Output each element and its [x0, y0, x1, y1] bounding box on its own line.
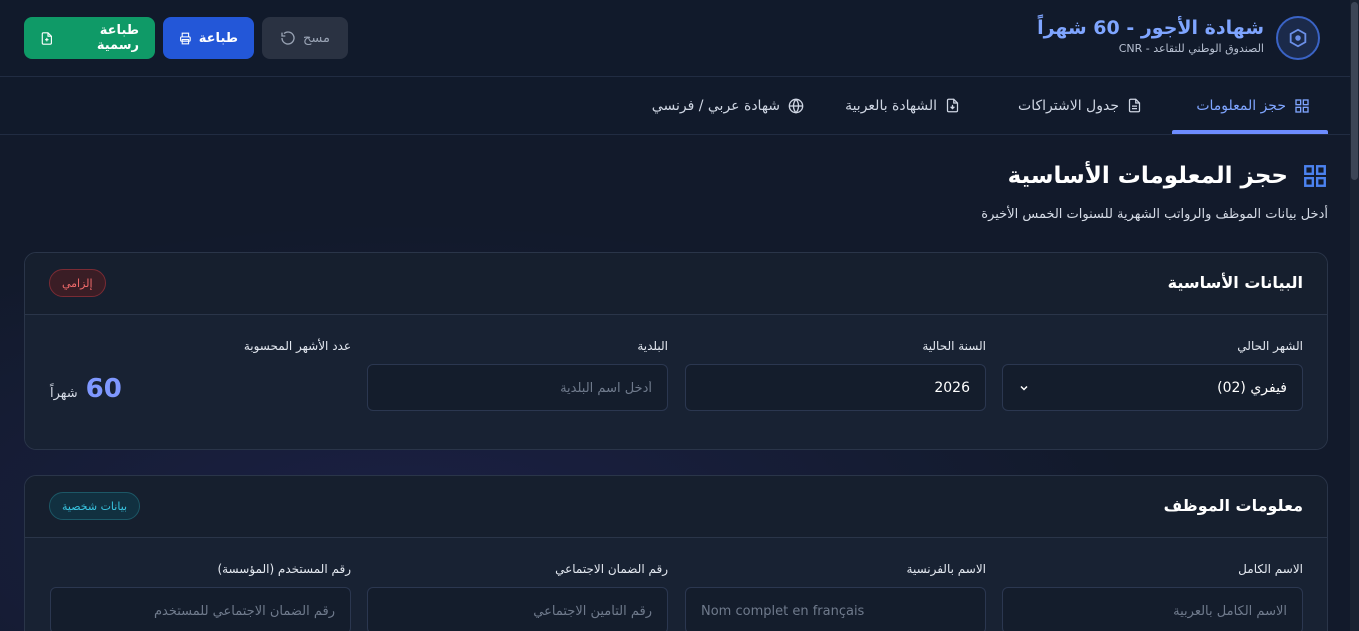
clear-button[interactable]: مسح: [262, 17, 348, 59]
grid-icon: [1295, 98, 1309, 113]
logo-icon: [1276, 16, 1320, 60]
month-select[interactable]: فيفري (02): [1002, 364, 1303, 411]
months-count-field: عدد الأشهر المحسوبة 60 شهراً: [50, 339, 351, 411]
file-download-icon: [946, 98, 959, 113]
french-name-input[interactable]: [685, 587, 986, 631]
current-year-field: السنة الحالية: [685, 339, 986, 411]
field-label: البلدية: [637, 339, 668, 353]
month-select-value: فيفري (02): [1217, 379, 1287, 396]
field-label: رقم المستخدم (المؤسسة): [217, 562, 351, 576]
brand: شهادة الأجور - 60 شهراً الصندوق الوطني ل…: [1037, 15, 1320, 61]
card-header: معلومات الموظف بيانات شخصية: [25, 476, 1327, 538]
field-label: الاسم الكامل: [1238, 562, 1303, 576]
grid-icon: [1304, 165, 1326, 187]
personal-data-badge: بيانات شخصية: [49, 492, 141, 520]
card-body: الشهر الحالي فيفري (02) السنة الحالية ال…: [25, 315, 1327, 449]
print-button[interactable]: طباعة: [163, 17, 254, 59]
card-title: البيانات الأساسية: [1167, 273, 1303, 292]
tab-contributions-table[interactable]: جدول الاشتراكات: [1000, 77, 1160, 134]
printer-icon: [180, 32, 191, 44]
page-title: حجز المعلومات الأساسية: [1007, 163, 1288, 189]
months-count-value: 60: [85, 374, 122, 404]
employer-number-field: رقم المستخدم (المؤسسة): [50, 562, 351, 631]
print-label: طباعة: [198, 30, 238, 46]
municipality-input[interactable]: [367, 364, 668, 411]
social-security-input[interactable]: [367, 587, 668, 631]
page-header: حجز المعلومات الأساسية: [1008, 163, 1328, 189]
months-count-display: 60 شهراً: [50, 364, 351, 411]
fullname-field: الاسم الكامل: [1002, 562, 1303, 631]
scrollbar-thumb[interactable]: [1351, 2, 1358, 180]
field-label: عدد الأشهر المحسوبة: [243, 339, 351, 353]
tab-label: الشهادة بالعربية: [845, 97, 937, 114]
field-label: السنة الحالية: [922, 339, 986, 353]
months-count-unit: شهراً: [50, 386, 78, 401]
file-plus-icon: [41, 31, 52, 45]
employee-info-card: معلومات الموظف بيانات شخصية الاسم الكامل…: [24, 475, 1328, 631]
chevron-down-icon: [1020, 385, 1028, 391]
employer-number-input[interactable]: [50, 587, 351, 631]
card-header: البيانات الأساسية إلزامي: [25, 253, 1327, 315]
app-subtitle: الصندوق الوطني للتقاعد - CNR: [1118, 42, 1264, 55]
tab-certificate-arabic[interactable]: الشهادة بالعربية: [827, 77, 978, 134]
tab-label: جدول الاشتراكات: [1018, 97, 1119, 114]
field-label: الاسم بالفرنسية: [906, 562, 986, 576]
document-icon: [1128, 98, 1141, 113]
tab-label: شهادة عربي / فرنسي: [651, 97, 780, 114]
fullname-input[interactable]: [1002, 587, 1303, 631]
current-month-field: الشهر الحالي فيفري (02): [1002, 339, 1303, 411]
clear-label: مسح: [303, 30, 330, 46]
required-badge: إلزامي: [49, 269, 106, 297]
main-content: حجز المعلومات الأساسية أدخل بيانات الموظ…: [0, 135, 1350, 631]
basic-data-card: البيانات الأساسية إلزامي الشهر الحالي في…: [24, 252, 1328, 450]
official-print-button[interactable]: طباعة رسمية: [24, 17, 155, 59]
tab-certificate-bilingual[interactable]: شهادة عربي / فرنسي: [634, 77, 822, 134]
field-label: الشهر الحالي: [1237, 339, 1303, 353]
tab-data-entry[interactable]: حجز المعلومات: [1172, 77, 1328, 134]
field-label: رقم الضمان الاجتماعي: [555, 562, 668, 576]
app-title: شهادة الأجور - 60 شهراً: [1037, 17, 1264, 39]
eraser-icon: [281, 31, 295, 45]
social-security-field: رقم الضمان الاجتماعي: [367, 562, 668, 631]
municipality-field: البلدية: [367, 339, 668, 411]
tab-bar: حجز المعلومات جدول الاشتراكات الشهادة با…: [0, 77, 1350, 135]
tab-label: حجز المعلومات: [1196, 97, 1286, 114]
header-actions: طباعة رسمية طباعة مسح: [24, 17, 348, 59]
app-header: شهادة الأجور - 60 شهراً الصندوق الوطني ل…: [0, 0, 1350, 77]
card-body: الاسم الكامل الاسم بالفرنسية رقم الضمان …: [25, 538, 1327, 631]
year-input[interactable]: [685, 364, 986, 411]
official-print-label: طباعة رسمية: [96, 23, 139, 53]
french-name-field: الاسم بالفرنسية: [685, 562, 986, 631]
page-subtitle: أدخل بيانات الموظف والرواتب الشهرية للسن…: [981, 207, 1328, 222]
globe-icon: [788, 97, 804, 114]
page-scrollbar[interactable]: [1350, 0, 1359, 631]
card-title: معلومات الموظف: [1163, 496, 1303, 515]
